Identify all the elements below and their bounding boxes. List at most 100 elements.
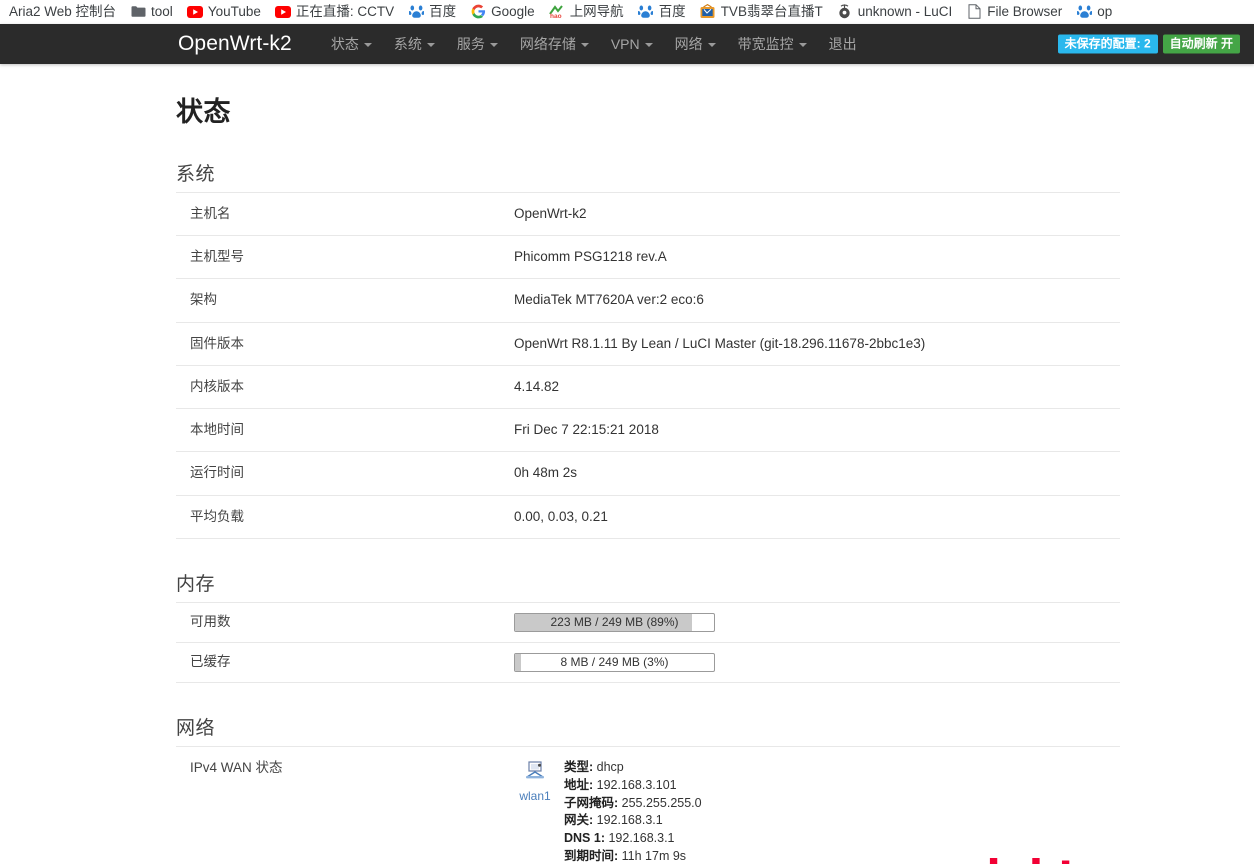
brand-title[interactable]: OpenWrt-k2	[178, 32, 292, 56]
interface-name[interactable]: wlan1	[514, 788, 556, 804]
nav-item-label: 带宽监控	[737, 36, 794, 52]
row-value: 0.00, 0.03, 0.21	[514, 508, 608, 524]
wan-detail-key: 到期时间:	[564, 849, 619, 864]
nav-item-3[interactable]: 服务	[446, 24, 509, 64]
row-value: OpenWrt R8.1.11 By Lean / LuCI Master (g…	[514, 335, 926, 351]
nav-item-label: VPN	[610, 36, 640, 52]
site-watermark: right.com.cn	[967, 854, 1254, 864]
svg-text:hao: hao	[550, 13, 562, 19]
table-row: 固件版本 OpenWrt R8.1.11 By Lean / LuCI Maste…	[176, 322, 1120, 365]
hao123-icon: hao	[548, 4, 565, 20]
row-key: 可用数	[190, 613, 231, 629]
wan-detail-list: 类型: dhcp 地址: 192.168.3.101 子网掩码: 255.255.2…	[564, 759, 702, 864]
nav-item-6[interactable]: 网络	[664, 24, 727, 64]
youtube-icon	[274, 4, 291, 20]
section-title-memory: 内存	[176, 573, 216, 595]
chevron-down-icon	[707, 43, 716, 47]
bookmark-item[interactable]: YouTube	[180, 3, 268, 21]
interface-box: wlan1	[514, 759, 556, 804]
wan-detail-row: DNS 1: 192.168.3.1	[564, 830, 702, 848]
wan-detail-value: dhcp	[596, 759, 624, 774]
row-key: 架构	[190, 292, 217, 308]
bookmark-item[interactable]: Google	[463, 3, 542, 21]
nav-item-label: 系统	[393, 36, 422, 52]
wan-detail-value: 192.168.3.101	[596, 777, 677, 792]
nav-item-7[interactable]: 带宽监控	[727, 24, 818, 64]
system-table: 主机名 OpenWrt-k2 主机型号 Phicomm PSG1218 rev.A 架构…	[176, 192, 1120, 539]
chevron-down-icon	[798, 43, 807, 47]
bookmark-item[interactable]: TVB翡翠台直播T	[693, 3, 830, 21]
wan-detail-key: 子网掩码:	[564, 795, 619, 810]
youtube-icon	[186, 4, 203, 20]
wan-detail-key: 网关:	[564, 813, 594, 828]
chevron-down-icon	[644, 43, 653, 47]
chevron-down-icon	[363, 43, 372, 47]
row-key: 已缓存	[190, 653, 231, 669]
row-value: OpenWrt-k2	[514, 206, 587, 221]
wan-detail-value: 192.168.3.1	[608, 831, 675, 846]
bookmark-label: 正在直播: CCTV	[295, 3, 395, 19]
baidu-icon	[408, 4, 424, 20]
wan-detail-row: 子网掩码: 255.255.255.0	[564, 795, 702, 813]
chevron-down-icon	[489, 43, 498, 47]
auto-refresh-badge[interactable]: 自动刷新 开	[1162, 34, 1240, 54]
bookmark-item[interactable]: 百度	[631, 3, 693, 21]
table-row: 已缓存 8 MB / 249 MB (3%)	[176, 642, 1120, 683]
bookmark-label: TVB翡翠台直播T	[720, 3, 823, 19]
row-value: Phicomm PSG1218 rev.A	[514, 249, 667, 265]
section-title-system: 系统	[176, 164, 216, 185]
row-key: 本地时间	[190, 422, 244, 438]
bookmark-item[interactable]: 百度	[401, 3, 463, 21]
ethernet-adapter-icon	[524, 761, 546, 784]
bookmark-item[interactable]: Aria2 Web 控制台	[2, 4, 123, 20]
baidu-icon	[638, 4, 654, 20]
nav-item-2[interactable]: 系统	[383, 24, 446, 64]
memory-table: 可用数 223 MB / 249 MB (89%) 已缓存 8 MB / 249 MB…	[176, 602, 1120, 683]
browser-bookmark-bar: Aria2 Web 控制台 tool YouTube 正在直播: CCTV 百度 Goog…	[0, 0, 1254, 24]
bookmark-item[interactable]: 正在直播: CCTV	[268, 3, 401, 21]
wan-detail-row: 到期时间: 11h 17m 9s	[564, 848, 702, 864]
progress-label: 223 MB / 249 MB (89%)	[550, 615, 679, 630]
wan-status-value: wlan1 类型: dhcp 地址: 192.168.3.101 子网掩码: 255…	[500, 746, 1120, 864]
file-icon	[966, 4, 982, 20]
bookmark-item[interactable]: unknown - LuCI	[830, 3, 960, 21]
nav-item-label: 网络	[674, 36, 703, 52]
tv-icon	[700, 4, 716, 20]
wan-detail-row: 网关: 192.168.3.1	[564, 812, 702, 830]
table-row: 主机型号 Phicomm PSG1218 rev.A	[176, 235, 1120, 279]
luci-icon	[837, 4, 853, 20]
table-row: 内核版本 4.14.82	[176, 365, 1120, 408]
nav-item-label: 服务	[456, 36, 485, 52]
table-row: 平均负载 0.00, 0.03, 0.21	[176, 495, 1120, 539]
folder-icon	[130, 4, 146, 20]
page-content: 状态 系统 主机名 OpenWrt-k2 主机型号 Phicomm PSG1218 r…	[0, 90, 1254, 864]
bookmark-label: tool	[151, 3, 173, 19]
table-row: 主机名 OpenWrt-k2	[176, 192, 1120, 236]
bookmark-label: Google	[491, 3, 535, 19]
bookmark-item[interactable]: tool	[123, 3, 180, 21]
nav-item-5[interactable]: VPN	[600, 24, 664, 64]
bookmark-item[interactable]: File Browser	[959, 3, 1069, 21]
nav-item-4[interactable]: 网络存储	[509, 24, 600, 64]
row-key: 主机名	[190, 206, 231, 221]
bookmark-item[interactable]: op	[1069, 3, 1119, 21]
nav-item-8[interactable]: 退出	[818, 24, 868, 64]
row-value: MediaTek MT7620A ver:2 eco:6	[514, 292, 704, 308]
row-key: 运行时间	[190, 465, 244, 481]
table-row: 架构 MediaTek MT7620A ver:2 eco:6	[176, 278, 1120, 322]
google-icon	[470, 4, 486, 20]
luci-navbar: OpenWrt-k2 状态 系统 服务 网络存储 VPN 网络 带宽监控 退出 未保存的配置:…	[0, 24, 1254, 64]
bookmark-item[interactable]: hao 上网导航	[542, 3, 631, 21]
chevron-down-icon	[580, 43, 589, 47]
unsaved-changes-badge[interactable]: 未保存的配置: 2	[1057, 34, 1158, 54]
table-row: IPv4 WAN 状态 wlan1 类型: dhcp 地址: 192.168.3…	[176, 746, 1120, 864]
row-key: 固件版本	[190, 335, 244, 351]
row-value: 4.14.82	[514, 378, 560, 394]
wan-status-label: IPv4 WAN 状态	[190, 759, 283, 775]
progress-label: 8 MB / 249 MB (3%)	[560, 655, 669, 670]
nav-item-label: 状态	[330, 36, 359, 52]
bookmark-label: YouTube	[207, 3, 261, 19]
nav-item-1[interactable]: 状态	[320, 24, 383, 64]
bookmark-label: File Browser	[987, 3, 1063, 19]
nav-item-label: 退出	[828, 36, 857, 52]
